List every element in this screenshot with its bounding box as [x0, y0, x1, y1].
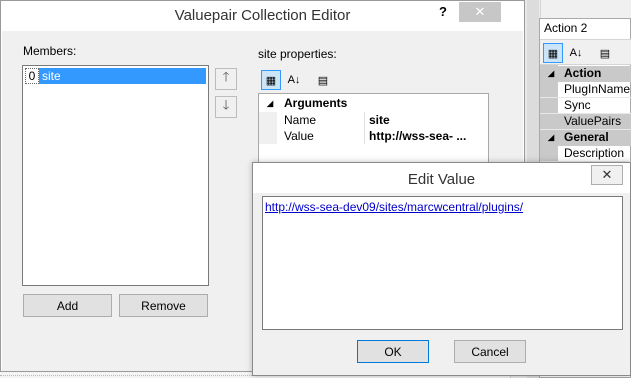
host-prop-sync[interactable]: Sync	[540, 98, 631, 114]
collapse-triangle-icon[interactable]: ◢	[548, 69, 554, 78]
ok-button[interactable]: OK	[357, 340, 429, 363]
collapse-triangle-icon[interactable]: ◢	[548, 133, 554, 142]
host-prop-description[interactable]: Description	[540, 146, 631, 162]
grid-row-value-field[interactable]: Value http://wss-sea- ...	[259, 128, 488, 144]
categorized-icon[interactable]: ▦	[261, 70, 281, 90]
arrow-down-icon: 🡓	[222, 97, 230, 112]
edit-value-title: Edit Value	[407, 171, 476, 188]
members-list[interactable]: 0 site	[22, 65, 209, 286]
close-button[interactable]: ✕	[459, 2, 501, 22]
remove-button[interactable]: Remove	[119, 294, 208, 317]
collection-editor-titlebar[interactable]: Valuepair Collection Editor ? ✕	[1, 1, 524, 31]
grid-row-value[interactable]: site	[369, 113, 484, 127]
grid-column-divider	[364, 112, 365, 144]
host-property-toolbar: ▦ A↓ ▤	[540, 39, 631, 65]
property-pages-icon[interactable]: ▤	[313, 70, 333, 90]
host-prop-valuepairs[interactable]: ValuePairs	[540, 114, 631, 130]
collapse-triangle-icon[interactable]: ◢	[267, 99, 273, 108]
member-name: site	[39, 68, 206, 84]
grid-row-value[interactable]: http://wss-sea- ...	[369, 129, 484, 143]
value-link[interactable]: http://wss-sea-dev09/sites/marcwcentral/…	[265, 200, 523, 214]
edit-value-dialog: Edit Value ✕ http://wss-sea-dev09/sites/…	[252, 162, 631, 376]
alphabetical-icon[interactable]: A↓	[284, 70, 304, 90]
property-pages-icon[interactable]: ▤	[595, 43, 615, 63]
value-textarea[interactable]: http://wss-sea-dev09/sites/marcwcentral/…	[262, 196, 623, 330]
grid-row-label: Name	[284, 113, 317, 127]
host-category-action[interactable]: ◢ Action	[540, 66, 631, 82]
host-property-grid-title: Action 2	[544, 21, 588, 35]
move-up-button[interactable]: 🡑	[215, 68, 237, 90]
member-index: 0	[25, 68, 39, 84]
cancel-button[interactable]: Cancel	[454, 340, 526, 363]
categorized-icon[interactable]: ▦	[543, 43, 563, 63]
edit-value-titlebar[interactable]: Edit Value ✕	[253, 163, 630, 193]
host-prop-pluginname[interactable]: PlugInName	[540, 82, 631, 98]
grid-row-name[interactable]: Name site	[259, 112, 488, 128]
move-down-button[interactable]: 🡓	[215, 96, 237, 118]
grid-category-arguments[interactable]: ◢ Arguments	[259, 96, 488, 112]
grid-row-label: Value	[284, 129, 314, 143]
list-item[interactable]: 0 site	[25, 68, 206, 84]
members-label: Members:	[23, 44, 77, 58]
help-button[interactable]: ?	[433, 4, 453, 24]
host-category-general[interactable]: ◢ General	[540, 130, 631, 146]
properties-toolbar: ▦ A↓ ▤	[258, 67, 488, 93]
alphabetical-icon[interactable]: A↓	[566, 43, 586, 63]
properties-label: site properties:	[258, 47, 337, 61]
close-button[interactable]: ✕	[591, 165, 623, 185]
arrow-up-icon: 🡑	[222, 69, 230, 84]
add-button[interactable]: Add	[23, 294, 112, 317]
